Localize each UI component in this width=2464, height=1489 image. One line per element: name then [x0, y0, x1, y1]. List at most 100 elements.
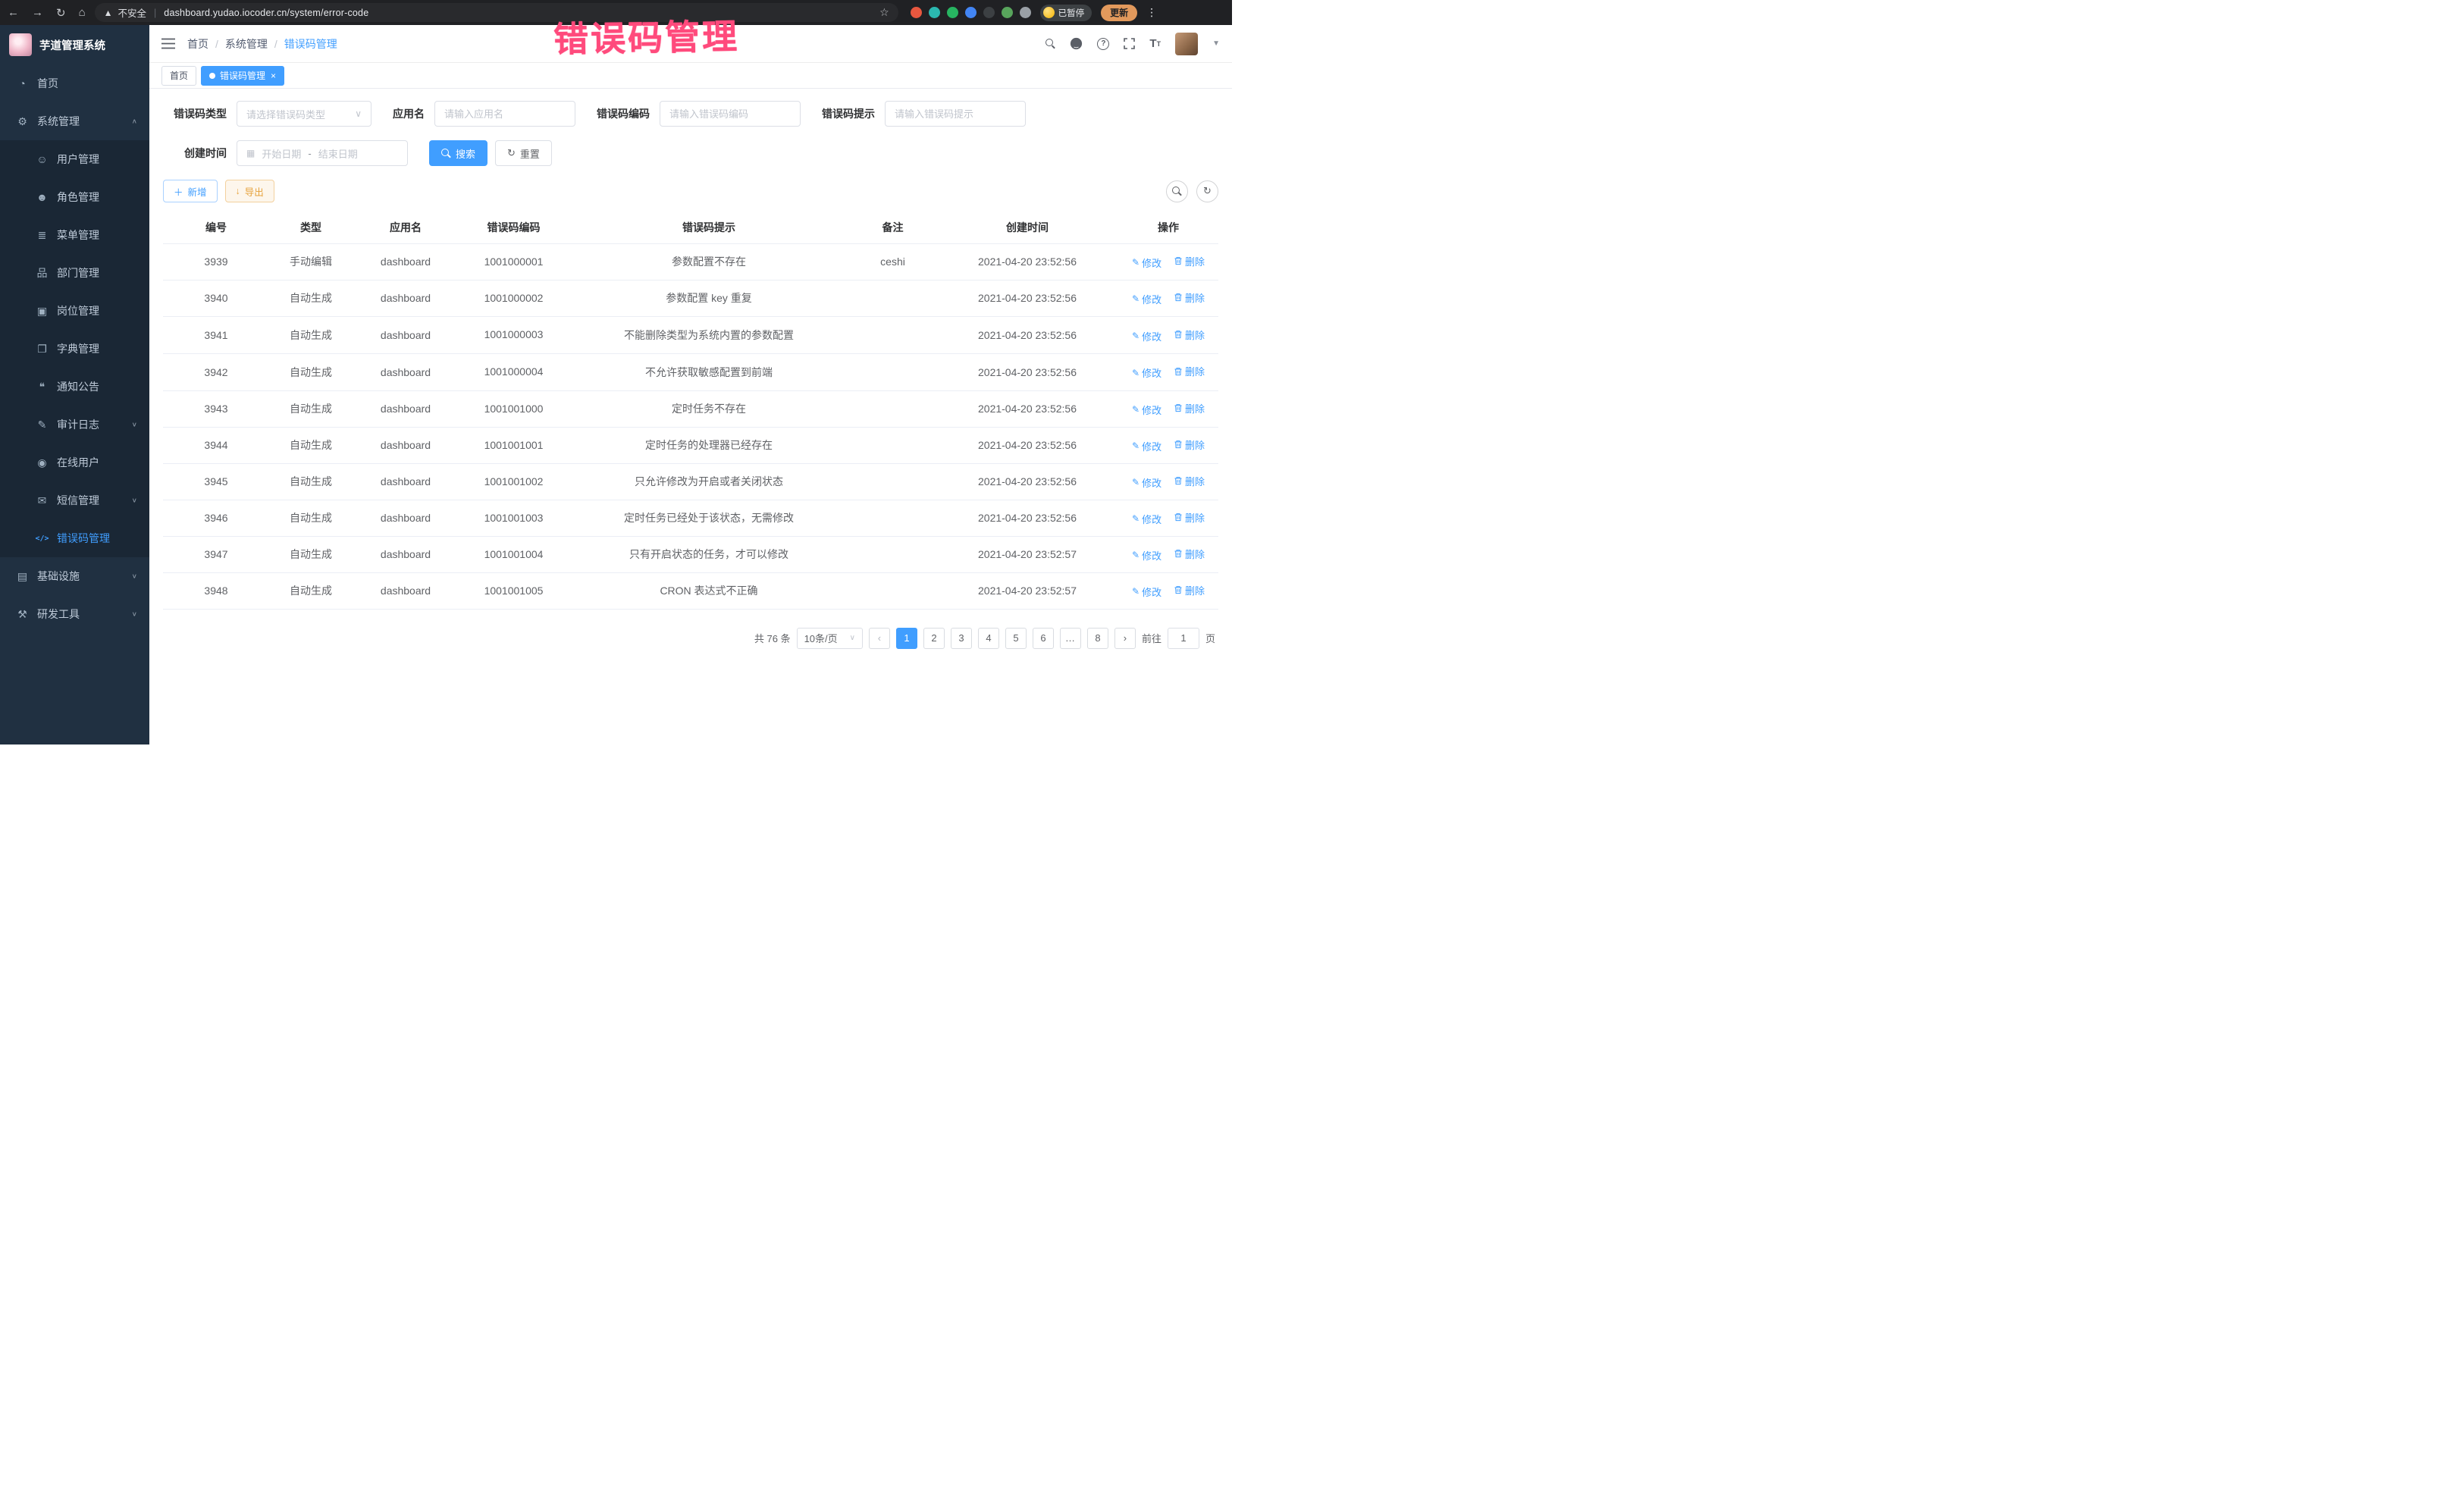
chevron-down-icon: ∨ — [132, 610, 137, 617]
edit-button[interactable]: ✎修改 — [1132, 403, 1161, 417]
goto-page-input[interactable] — [1168, 628, 1199, 649]
toggle-search-button[interactable] — [1166, 180, 1188, 202]
search-icon[interactable] — [1045, 39, 1055, 49]
sidebar-logo[interactable]: 芋道管理系统 — [0, 25, 149, 64]
chevron-down-icon[interactable]: ▼ — [1212, 39, 1220, 48]
github-icon[interactable] — [1070, 37, 1083, 50]
announcement-icon: ❝ — [35, 381, 49, 393]
next-page-button[interactable]: › — [1114, 628, 1136, 649]
edit-button[interactable]: ✎修改 — [1132, 439, 1161, 453]
delete-button[interactable]: 删除 — [1174, 474, 1205, 488]
sidebar-item-system-mgmt[interactable]: ⚙ 系统管理 ∧ — [0, 102, 149, 140]
export-label: 导出 — [245, 184, 264, 199]
tag-close-icon[interactable]: × — [271, 71, 276, 81]
page-button-active[interactable]: 1 — [896, 628, 917, 649]
edit-button[interactable]: ✎修改 — [1132, 585, 1161, 599]
browser-extension-icon[interactable] — [947, 7, 958, 18]
sidebar-item-online-user[interactable]: ◉ 在线用户 — [0, 444, 149, 481]
font-size-icon[interactable]: TT — [1149, 37, 1161, 50]
delete-button[interactable]: 删除 — [1174, 401, 1205, 415]
help-icon[interactable]: ? — [1097, 38, 1109, 50]
delete-button[interactable]: 删除 — [1174, 328, 1205, 342]
edit-button[interactable]: ✎修改 — [1132, 365, 1161, 380]
cell-msg: 参数配置 key 重复 — [569, 280, 849, 317]
page-ellipsis[interactable]: … — [1060, 628, 1081, 649]
breadcrumb-item[interactable]: 系统管理 — [225, 36, 268, 52]
page-button[interactable]: 2 — [923, 628, 945, 649]
prev-page-button[interactable]: ‹ — [869, 628, 890, 649]
search-button[interactable]: 搜索 — [429, 140, 487, 166]
delete-button[interactable]: 删除 — [1174, 437, 1205, 452]
sidebar-item-label: 基础设施 — [37, 569, 124, 584]
page-button[interactable]: 4 — [978, 628, 999, 649]
bookmark-star-icon[interactable]: ☆ — [879, 6, 889, 19]
sidebar-item-sms-mgmt[interactable]: ✉ 短信管理 ∨ — [0, 481, 149, 519]
sidebar-item-dev-tools[interactable]: ⚒ 研发工具 ∨ — [0, 595, 149, 633]
browser-update-button[interactable]: 更新 — [1101, 5, 1137, 21]
sidebar-item-audit-log[interactable]: ✎ 审计日志 ∨ — [0, 406, 149, 444]
cell-type: 自动生成 — [269, 353, 353, 390]
app-logo-icon — [9, 33, 32, 56]
url-text[interactable]: dashboard.yudao.iocoder.cn/system/error-… — [164, 8, 368, 18]
browser-menu-icon[interactable]: ⋮ — [1146, 6, 1157, 19]
page-size-select[interactable]: 10条/页 ∨ — [797, 628, 863, 649]
breadcrumb-item[interactable]: 错误码管理 — [284, 36, 337, 52]
sidebar-item-dept-mgmt[interactable]: 品 部门管理 — [0, 254, 149, 292]
breadcrumb-item[interactable]: 首页 — [187, 36, 208, 52]
app-name-input[interactable] — [434, 101, 575, 127]
filter-row-1: 错误码类型 请选择错误码类型 ∨ 应用名 错误码编码 — [163, 101, 1218, 127]
delete-button[interactable]: 删除 — [1174, 290, 1205, 305]
add-button[interactable]: ＋ 新增 — [163, 180, 218, 202]
browser-extension-icon[interactable] — [911, 7, 922, 18]
edit-pencil-icon: ✎ — [1132, 368, 1140, 378]
edit-button[interactable]: ✎修改 — [1132, 329, 1161, 343]
error-msg-input[interactable] — [885, 101, 1026, 127]
tag[interactable]: 首页 — [161, 66, 196, 86]
edit-button[interactable]: ✎修改 — [1132, 512, 1161, 526]
sidebar-item-home[interactable]: ◔ 首页 — [0, 64, 149, 102]
profile-paused-badge[interactable]: 已暂停 — [1040, 5, 1092, 21]
error-type-select[interactable]: 请选择错误码类型 ∨ — [237, 101, 371, 127]
edit-button[interactable]: ✎修改 — [1132, 292, 1161, 306]
delete-button[interactable]: 删除 — [1174, 583, 1205, 597]
home-icon[interactable]: ⌂ — [79, 6, 86, 19]
filter-label: 创建时间 — [163, 146, 227, 161]
sidebar-item-dict-mgmt[interactable]: ❐ 字典管理 — [0, 330, 149, 368]
address-bar[interactable]: ▲ 不安全 | dashboard.yudao.iocoder.cn/syste… — [95, 3, 898, 22]
back-icon[interactable]: ← — [8, 6, 19, 19]
page-button[interactable]: 3 — [951, 628, 972, 649]
sidebar-item-post-mgmt[interactable]: ▣ 岗位管理 — [0, 292, 149, 330]
export-button[interactable]: ↓ 导出 — [225, 180, 274, 202]
edit-button[interactable]: ✎修改 — [1132, 255, 1161, 270]
user-avatar[interactable] — [1175, 33, 1198, 55]
page-button[interactable]: 8 — [1087, 628, 1108, 649]
browser-extension-icon[interactable] — [929, 7, 940, 18]
browser-extension-icon[interactable] — [965, 7, 977, 18]
refresh-table-button[interactable]: ↻ — [1196, 180, 1218, 202]
fullscreen-icon[interactable] — [1124, 38, 1135, 49]
sidebar-item-infrastructure[interactable]: ▤ 基础设施 ∨ — [0, 557, 149, 595]
error-code-input[interactable] — [660, 101, 801, 127]
sidebar-item-menu-mgmt[interactable]: ≣ 菜单管理 — [0, 216, 149, 254]
tag[interactable]: 错误码管理 × — [201, 66, 284, 86]
browser-extension-icon[interactable] — [983, 7, 995, 18]
page-button[interactable]: 5 — [1005, 628, 1027, 649]
delete-button[interactable]: 删除 — [1174, 510, 1205, 525]
sidebar-item-error-code-mgmt[interactable]: </> 错误码管理 — [0, 519, 149, 557]
date-range-picker[interactable]: ▦ 开始日期 - 结束日期 — [237, 140, 408, 166]
browser-extension-icon[interactable] — [1002, 7, 1013, 18]
sidebar-item-role-mgmt[interactable]: ☻ 角色管理 — [0, 178, 149, 216]
page-button[interactable]: 6 — [1033, 628, 1054, 649]
forward-icon[interactable]: → — [32, 6, 43, 19]
refresh-icon[interactable]: ↻ — [56, 6, 66, 20]
sidebar-item-notice[interactable]: ❝ 通知公告 — [0, 368, 149, 406]
reset-button[interactable]: ↻ 重置 — [495, 140, 552, 166]
sidebar-item-user-mgmt[interactable]: ☺ 用户管理 — [0, 140, 149, 178]
sidebar-fold-icon[interactable] — [161, 38, 175, 49]
edit-button[interactable]: ✎修改 — [1132, 548, 1161, 563]
delete-button[interactable]: 删除 — [1174, 254, 1205, 268]
edit-button[interactable]: ✎修改 — [1132, 475, 1161, 490]
delete-button[interactable]: 删除 — [1174, 364, 1205, 378]
delete-button[interactable]: 删除 — [1174, 547, 1205, 561]
extensions-puzzle-icon[interactable] — [1020, 7, 1031, 18]
